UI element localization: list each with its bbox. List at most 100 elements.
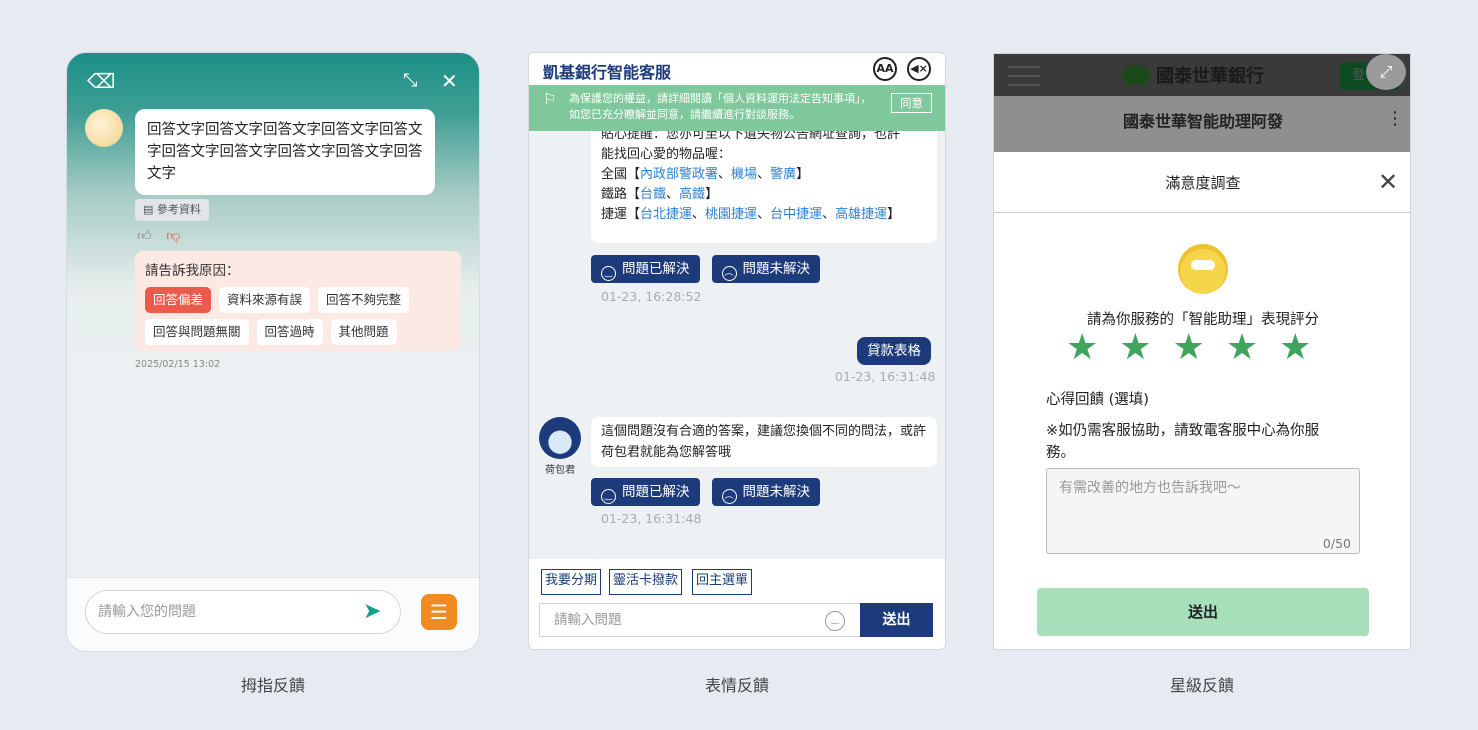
bot-name: 荷包君 (545, 465, 575, 476)
quick-reply[interactable]: 靈活卡撥款 (609, 569, 683, 595)
star-icon[interactable]: ★ (1226, 328, 1258, 368)
card-line-metro: 捷運【台北捷運、桃園捷運、台中捷運、高雄捷運】 (601, 207, 901, 222)
link[interactable]: 高雄捷運 (835, 207, 887, 222)
mute-icon[interactable]: ◀× (907, 57, 931, 81)
bank-logo: 國泰世華銀行 (1122, 62, 1264, 88)
chat-footer: 我要分期 靈活卡撥款 回主選單 請輸入問題 ‿ 送出 (529, 559, 945, 649)
link[interactable]: 內政部警政署 (640, 167, 718, 182)
resolved-button[interactable]: ‿ 問題已解決 (591, 255, 700, 283)
notice-text: 為保護您的權益，請詳細閱讀「個人資料運用法定告知事項」，如您已充分瞭解並同意，請… (569, 92, 872, 121)
reason-chip[interactable]: 其他問題 (330, 319, 397, 345)
survey-modal: 滿意度調查 ✕ 請為你服務的「智能助理」表現評分 ★ ★ ★ ★ ★ 心得回饋 … (994, 152, 1410, 649)
reason-title: 請告訴我原因： (145, 263, 240, 279)
modal-title: 滿意度調查 (1165, 174, 1241, 192)
timestamp: 01-23, 16:28:52 (601, 289, 702, 304)
reason-chip[interactable]: 回答不夠完整 (318, 287, 410, 313)
close-icon[interactable]: ✕ (1378, 168, 1398, 196)
close-icon[interactable]: ✕ (441, 71, 458, 91)
star-icon[interactable]: ★ (1279, 328, 1311, 368)
answer-bubble: 回答文字回答文字回答文字回答文字回答文字回答文字回答文字回答文字回答文字回答文字 (135, 109, 435, 195)
reference-button[interactable]: ▤ 參考資料 (135, 199, 209, 221)
resolved-button[interactable]: ‿ 問題已解決 (591, 478, 700, 506)
rating-prompt: 請為你服務的「智能助理」表現評分 (1087, 312, 1319, 328)
collapse-icon[interactable]: ⤢ (1366, 54, 1406, 90)
card-line: 能找回心愛的物品喔： (601, 147, 732, 162)
font-size-icon[interactable]: AA (873, 57, 897, 81)
bot-avatar (539, 417, 581, 459)
reason-chip[interactable]: 回答過時 (256, 319, 323, 345)
link[interactable]: 警廣 (770, 167, 796, 182)
feedback-label: 心得回饋 (選填) (1046, 392, 1149, 408)
caption-thumb: 拇指反饋 (240, 676, 305, 695)
thumb-feedback-panel: ⌫ ⤡ ✕ 回答文字回答文字回答文字回答文字回答文字回答文字回答文字回答文字回答… (66, 52, 480, 652)
input-footer: 請輸入您的問題 ➤ ☰ (67, 577, 479, 651)
unresolved-button[interactable]: ︵ 問題未解決 (711, 478, 820, 506)
answer-card: 貼心提醒：您亦可至以下遺失物公告網址查詢，也許 能找回心愛的物品喔： 全國【內政… (591, 127, 937, 243)
feedback-buttons: ‿ 問題已解決 ︵ 問題未解決 (591, 478, 820, 506)
more-icon[interactable]: ⋮ (1386, 108, 1404, 129)
hamburger-icon[interactable] (1008, 66, 1040, 86)
timestamp: 01-23, 16:31:48 (601, 511, 702, 526)
reason-chip[interactable]: 回答與問題無關 (145, 319, 249, 345)
frown-icon: ︵ (721, 489, 737, 504)
send-icon[interactable]: ➤ (363, 600, 389, 624)
caption-star: 星級反饋 (1169, 676, 1234, 695)
support-note: ※如仍需客服協助，請致電客服中心為你服務。 (1046, 423, 1320, 461)
smile-icon: ‿ (601, 266, 616, 281)
question-input[interactable]: 請輸入您的問題 (85, 590, 401, 634)
user-message: 貸款表格 (857, 337, 931, 365)
thumbs-down-icon[interactable]: 👎︎ (166, 228, 180, 244)
feedback-buttons: ‿ 問題已解決 ︵ 問題未解決 (591, 255, 820, 283)
agree-button[interactable]: 同意 (891, 93, 932, 113)
bot-avatar (1178, 244, 1228, 294)
document-icon: ▤ (143, 203, 157, 216)
send-button[interactable]: 送出 (860, 603, 933, 637)
eraser-icon[interactable]: ⌫ (87, 71, 115, 91)
feedback-textarea[interactable]: 有需改善的地方也告訴我吧～ 0/50 (1046, 468, 1360, 554)
smile-icon: ‿ (601, 489, 616, 504)
reference-label: 參考資料 (156, 203, 201, 216)
divider (994, 212, 1410, 213)
quick-reply[interactable]: 回主選單 (692, 569, 753, 595)
submit-button[interactable]: 送出 (1037, 588, 1369, 636)
link[interactable]: 台鐵 (640, 187, 666, 202)
tree-logo-icon (1122, 65, 1150, 85)
star-feedback-panel: 國泰世華銀行 登 ⤢ 國泰世華智能助理阿發 ⋮ 滿意度調查 ✕ 請為你服務的「智… (993, 53, 1411, 650)
link[interactable]: 台中捷運 (770, 207, 822, 222)
reason-chips: 回答偏差 資料來源有誤 回答不夠完整 回答與問題無關 回答過時 其他問題 (145, 287, 451, 345)
card-line-national: 全國【內政部警政署、機場、警廣】 (601, 167, 810, 182)
card-line-rail: 鐵路【台鐵、高鐵】 (601, 187, 719, 202)
emoji-feedback-panel: 凱基銀行智能客服 AA ◀× 貼心提醒：您亦可至以下遺失物公告網址查詢，也許 能… (528, 52, 946, 650)
link[interactable]: 機場 (731, 167, 757, 182)
thumbs-up-icon[interactable]: 👍︎ (137, 228, 152, 244)
star-icon[interactable]: ★ (1119, 328, 1151, 368)
thumbs-row: 👍︎ 👎︎ (137, 227, 190, 244)
message-timestamp: 2025/02/15 13:02 (135, 359, 221, 370)
reason-chip[interactable]: 回答偏差 (145, 287, 212, 313)
link[interactable]: 台北捷運 (640, 207, 692, 222)
quick-reply[interactable]: 我要分期 (541, 569, 602, 595)
assistant-bar: 國泰世華智能助理阿發 ⋮ (994, 96, 1410, 152)
reason-box: 請告訴我原因： 回答偏差 資料來源有誤 回答不夠完整 回答與問題無關 回答過時 … (135, 251, 461, 351)
emoji-icon[interactable]: ‿ (825, 611, 845, 631)
frown-icon: ︵ (721, 266, 737, 281)
star-icon[interactable]: ★ (1066, 328, 1098, 368)
question-input[interactable]: 請輸入問題 (539, 603, 861, 637)
bank-topbar: 國泰世華銀行 登 ⤢ (994, 54, 1410, 96)
menu-icon[interactable]: ☰ (421, 594, 457, 630)
reason-chip[interactable]: 資料來源有誤 (219, 287, 311, 313)
star-icon[interactable]: ★ (1173, 328, 1205, 368)
flag-icon: ⚐ (543, 90, 557, 108)
link[interactable]: 高鐵 (679, 187, 705, 202)
textarea-placeholder: 有需改善的地方也告訴我吧～ (1059, 480, 1241, 496)
chat-header: 凱基銀行智能客服 AA ◀× (529, 53, 945, 85)
bot-reply: 這個問題沒有合適的答案，建議您換個不同的問法，或許荷包君就能為您解答哦 (591, 417, 937, 467)
unresolved-button[interactable]: ︵ 問題未解決 (711, 255, 820, 283)
chat-title: 凱基銀行智能客服 (543, 63, 672, 82)
char-counter: 0/50 (1322, 536, 1351, 551)
privacy-notice: ⚐ 為保護您的權益，請詳細閱讀「個人資料運用法定告知事項」，如您已充分瞭解並同意… (529, 85, 945, 131)
star-rating: ★ ★ ★ ★ ★ (1066, 328, 1311, 368)
timestamp: 01-23, 16:31:48 (835, 369, 936, 384)
minimize-icon[interactable]: ⤡ (403, 71, 417, 91)
link[interactable]: 桃園捷運 (705, 207, 757, 222)
